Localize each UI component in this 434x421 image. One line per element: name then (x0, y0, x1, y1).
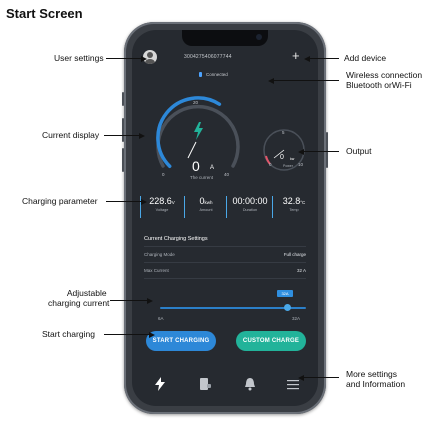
tab-device[interactable] (198, 377, 212, 396)
callout-wireless: Wireless connection Bluetooth orWi-Fi (346, 70, 422, 90)
param-temp: 32.8°C Temp (274, 196, 314, 212)
max-current-label: Max Current (144, 268, 169, 273)
charging-mode-value[interactable]: Full charge (284, 252, 306, 257)
gauge-scale-max: 40 (224, 172, 230, 177)
page-title: Start Screen (6, 6, 83, 21)
lightning-bolt-icon (194, 122, 203, 140)
callout-more-line1: More settings (346, 369, 398, 379)
device-id: 3004275406077744 (184, 54, 232, 60)
current-label: The current (190, 175, 214, 180)
callout-line (106, 58, 142, 60)
callout-add-device: Add device (344, 53, 387, 63)
connection-status: Connected (199, 72, 228, 77)
slider-min-label: 6A (158, 316, 164, 321)
current-unit: A (210, 165, 215, 171)
charger-icon (200, 378, 211, 390)
slider-max-label: 32A (292, 316, 301, 321)
power-scale-max: 10 (298, 162, 304, 167)
notch (182, 30, 268, 46)
gauge-scale-min: 0 (162, 172, 165, 177)
tab-notifications[interactable] (244, 377, 256, 396)
callout-wireless-line1: Wireless connection (346, 70, 423, 80)
callout-arrow (139, 132, 145, 139)
bell-icon (245, 378, 255, 391)
power-scale-top: 5 (282, 130, 285, 135)
param-duration: 00:00:00 Duration (228, 196, 272, 212)
callout-line (303, 377, 339, 379)
custom-charge-button[interactable]: CUSTOM CHARGE (236, 331, 306, 351)
callout-arrow (141, 198, 147, 205)
param-voltage-unit: V (171, 200, 175, 205)
callout-adjustable-current: Adjustable charging current (48, 288, 109, 308)
param-amount: 0kwh Amount (186, 196, 226, 212)
param-divider (184, 196, 185, 218)
settings-divider (144, 246, 306, 247)
callout-start-charging: Start charging (42, 329, 95, 339)
callout-adjustable-line2: charging current (48, 298, 110, 308)
param-temp-label: Temp (289, 208, 299, 212)
power-scale-min: 0 (269, 162, 272, 167)
tab-bar (132, 375, 318, 406)
callout-line (106, 201, 142, 203)
callout-line (303, 151, 339, 153)
volume-down-button (122, 148, 124, 172)
callout-arrow (141, 55, 147, 62)
callout-more-line2: and Information (346, 379, 406, 389)
current-gauge-needle (187, 141, 197, 159)
param-divider (272, 196, 273, 218)
current-value: 0 (192, 158, 200, 174)
callout-line (104, 135, 140, 137)
power-button (326, 132, 328, 168)
callout-charging-parameter: Charging parameter (22, 196, 98, 206)
param-duration-value: 00:00:00 (232, 196, 268, 206)
charging-mode-label: Charging Mode (144, 252, 175, 257)
power-unit: kw (290, 157, 295, 161)
param-amount-label: Amount (199, 208, 213, 212)
lightning-icon (155, 377, 165, 391)
callout-line (110, 300, 148, 302)
callout-arrow (149, 331, 155, 338)
max-current-value[interactable]: 32 A (297, 268, 306, 273)
param-divider (226, 196, 227, 218)
camera (256, 34, 262, 40)
param-temp-value: 32.8 (282, 196, 301, 206)
connection-status-label: Connected (206, 72, 228, 77)
callout-output: Output (346, 146, 372, 156)
callout-more-settings: More settings and Information (346, 369, 405, 389)
start-charging-button[interactable]: START CHARGING (146, 331, 216, 351)
callout-line (309, 58, 339, 60)
callout-line (273, 80, 339, 82)
param-amount-unit: kwh (204, 200, 213, 205)
param-temp-unit: °C (300, 200, 306, 205)
power-label: Power (283, 164, 293, 168)
volume-up-button (122, 118, 124, 142)
bluetooth-icon (199, 72, 202, 77)
callout-current-display: Current display (42, 130, 100, 140)
charging-parameters: 228.6V Voltage 0kwh Amount 00:00:00 Dura… (140, 196, 312, 222)
settings-divider (144, 262, 306, 263)
tab-charging[interactable] (154, 377, 166, 396)
slider-value-bubble: 32A (277, 290, 293, 297)
gauge-scale-mid: 20 (193, 100, 199, 105)
settings-divider (144, 278, 306, 279)
param-voltage: 228.6V Voltage (142, 196, 182, 212)
callout-line (104, 334, 150, 336)
param-duration-label: Duration (242, 208, 258, 212)
callout-arrow (147, 297, 153, 304)
power-value: 0 (280, 154, 284, 161)
slider-thumb[interactable] (284, 304, 291, 311)
settings-title: Current Charging Settings (144, 236, 208, 242)
param-voltage-value: 228.6 (149, 196, 172, 206)
callout-user-settings: User settings (54, 53, 104, 63)
add-device-button[interactable]: + (292, 49, 300, 62)
mute-switch (122, 92, 124, 106)
app-screen: 3004275406077744 + Connected 20 0 40 0 A… (132, 30, 318, 406)
callout-adjustable-line1: Adjustable (66, 288, 107, 298)
param-voltage-label: Voltage (155, 208, 169, 212)
callout-wireless-line2: Bluetooth orWi-Fi (346, 80, 412, 90)
